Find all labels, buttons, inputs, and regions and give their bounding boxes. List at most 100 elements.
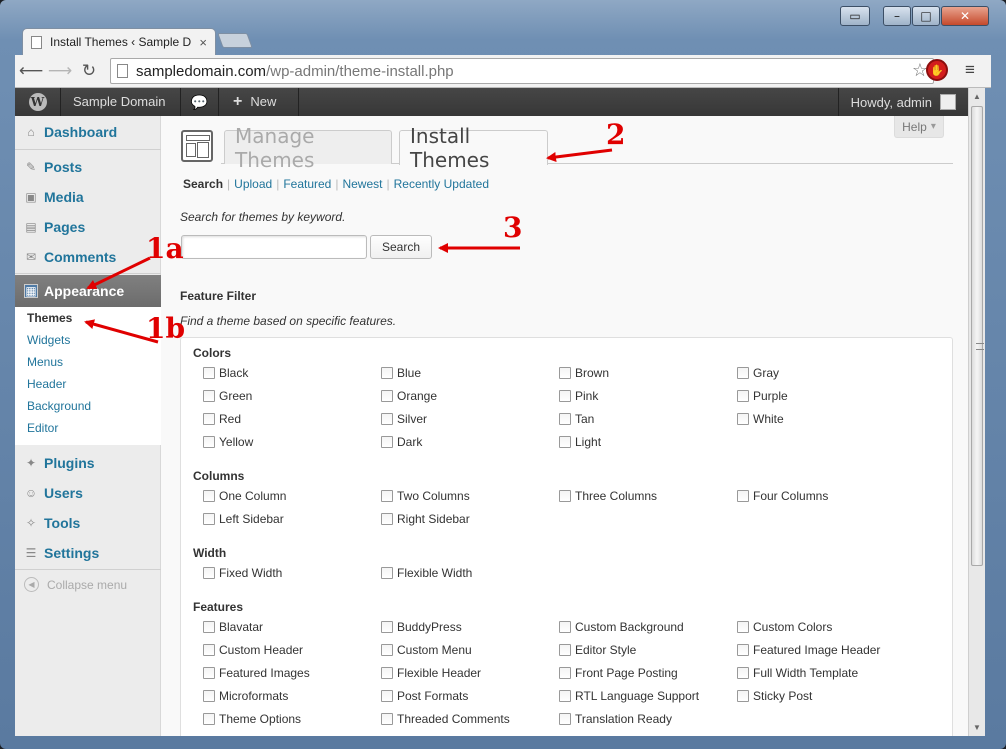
sidebar-item-comments[interactable]: ✉ Comments: [15, 242, 161, 271]
scroll-thumb[interactable]: [971, 106, 984, 566]
checkbox[interactable]: [203, 567, 215, 579]
submenu-item-editor[interactable]: Editor: [15, 417, 161, 439]
checkbox[interactable]: [381, 567, 393, 579]
checkbox[interactable]: [381, 390, 393, 402]
checkbox[interactable]: [737, 644, 749, 656]
checkbox[interactable]: [737, 390, 749, 402]
checkbox[interactable]: [559, 367, 571, 379]
theme-search-input[interactable]: [181, 235, 367, 259]
forward-arrow-icon[interactable]: ⟶: [47, 58, 73, 84]
checkbox[interactable]: [381, 713, 393, 725]
back-arrow-icon[interactable]: ⟵: [18, 58, 44, 84]
feature-option[interactable]: Pink: [559, 389, 598, 403]
feature-option[interactable]: Flexible Header: [381, 666, 481, 680]
feature-option[interactable]: Featured Images: [203, 666, 310, 680]
subnav-newest[interactable]: Newest: [342, 177, 382, 191]
checkbox[interactable]: [559, 390, 571, 402]
checkbox[interactable]: [737, 667, 749, 679]
feature-option[interactable]: Orange: [381, 389, 437, 403]
feature-option[interactable]: Red: [203, 412, 241, 426]
site-name-link[interactable]: Sample Domain: [61, 88, 181, 116]
checkbox[interactable]: [381, 367, 393, 379]
feature-option[interactable]: Featured Image Header: [737, 643, 880, 657]
sidebar-item-settings[interactable]: ☰ Settings: [15, 538, 161, 567]
page-scrollbar[interactable]: ▲ ▼: [968, 88, 985, 736]
checkbox[interactable]: [381, 667, 393, 679]
checkbox[interactable]: [737, 690, 749, 702]
feature-option[interactable]: Post Formats: [381, 689, 468, 703]
feature-option[interactable]: One Column: [203, 489, 286, 503]
checkbox[interactable]: [381, 413, 393, 425]
feature-option[interactable]: Green: [203, 389, 252, 403]
sidebar-item-media[interactable]: ▣ Media: [15, 182, 161, 211]
feature-option[interactable]: Front Page Posting: [559, 666, 678, 680]
feature-option[interactable]: Fixed Width: [203, 566, 282, 580]
help-tab-button[interactable]: Help: [894, 116, 944, 138]
checkbox[interactable]: [381, 690, 393, 702]
feature-option[interactable]: Four Columns: [737, 489, 828, 503]
new-tab-button[interactable]: [217, 33, 253, 48]
feature-option[interactable]: Threaded Comments: [381, 712, 510, 726]
feature-option[interactable]: Three Columns: [559, 489, 657, 503]
checkbox[interactable]: [559, 667, 571, 679]
feature-option[interactable]: Custom Colors: [737, 620, 832, 634]
checkbox[interactable]: [737, 621, 749, 633]
checkbox[interactable]: [559, 644, 571, 656]
maximize-button[interactable]: □: [912, 6, 940, 26]
feature-option[interactable]: Full Width Template: [737, 666, 858, 680]
checkbox[interactable]: [203, 367, 215, 379]
feature-option[interactable]: Silver: [381, 412, 427, 426]
feature-option[interactable]: Custom Menu: [381, 643, 472, 657]
checkbox[interactable]: [559, 690, 571, 702]
submenu-item-widgets[interactable]: Widgets: [15, 329, 161, 351]
checkbox[interactable]: [381, 436, 393, 448]
feature-option[interactable]: White: [737, 412, 784, 426]
reload-icon[interactable]: ↻: [76, 58, 102, 84]
feature-option[interactable]: Black: [203, 366, 248, 380]
checkbox[interactable]: [203, 513, 215, 525]
feature-option[interactable]: Gray: [737, 366, 779, 380]
checkbox[interactable]: [737, 367, 749, 379]
checkbox[interactable]: [381, 513, 393, 525]
feature-option[interactable]: Editor Style: [559, 643, 636, 657]
submenu-item-header[interactable]: Header: [15, 373, 161, 395]
checkbox[interactable]: [203, 713, 215, 725]
checkbox[interactable]: [203, 644, 215, 656]
checkbox[interactable]: [203, 436, 215, 448]
checkbox[interactable]: [559, 436, 571, 448]
checkbox[interactable]: [559, 621, 571, 633]
address-bar[interactable]: sampledomain.com/wp-admin/theme-install.…: [110, 58, 934, 84]
checkbox[interactable]: [381, 621, 393, 633]
feature-option[interactable]: Two Columns: [381, 489, 470, 503]
feature-option[interactable]: Theme Options: [203, 712, 301, 726]
feature-option[interactable]: Sticky Post: [737, 689, 812, 703]
sidebar-item-tools[interactable]: ✧ Tools: [15, 508, 161, 537]
feature-option[interactable]: Translation Ready: [559, 712, 672, 726]
feature-option[interactable]: Blavatar: [203, 620, 263, 634]
minimize-button[interactable]: –: [883, 6, 911, 26]
sidebar-item-dashboard[interactable]: ⌂ Dashboard: [15, 117, 161, 146]
close-window-button[interactable]: ✕: [941, 6, 989, 26]
checkbox[interactable]: [203, 690, 215, 702]
checkbox[interactable]: [737, 413, 749, 425]
checkbox[interactable]: [737, 490, 749, 502]
feature-option[interactable]: Left Sidebar: [203, 512, 284, 526]
account-menu[interactable]: Howdy, admin: [837, 88, 968, 116]
feature-option[interactable]: Custom Header: [203, 643, 303, 657]
subnav-search[interactable]: Search: [183, 177, 223, 191]
tab-manage-themes[interactable]: Manage Themes: [224, 124, 392, 172]
sidebar-item-pages[interactable]: ▤ Pages: [15, 212, 161, 241]
feature-option[interactable]: Light: [559, 435, 601, 449]
feature-option[interactable]: BuddyPress: [381, 620, 462, 634]
feature-option[interactable]: Custom Background: [559, 620, 684, 634]
checkbox[interactable]: [203, 621, 215, 633]
subnav-upload[interactable]: Upload: [234, 177, 272, 191]
checkbox[interactable]: [203, 490, 215, 502]
feature-option[interactable]: Purple: [737, 389, 788, 403]
feature-option[interactable]: Dark: [381, 435, 422, 449]
checkbox[interactable]: [203, 390, 215, 402]
sidebar-item-plugins[interactable]: ✦ Plugins: [15, 448, 161, 477]
wordpress-logo-icon[interactable]: W: [15, 88, 61, 116]
scroll-up-icon[interactable]: ▲: [969, 88, 985, 105]
adblock-extension-icon[interactable]: ✋: [926, 59, 948, 81]
